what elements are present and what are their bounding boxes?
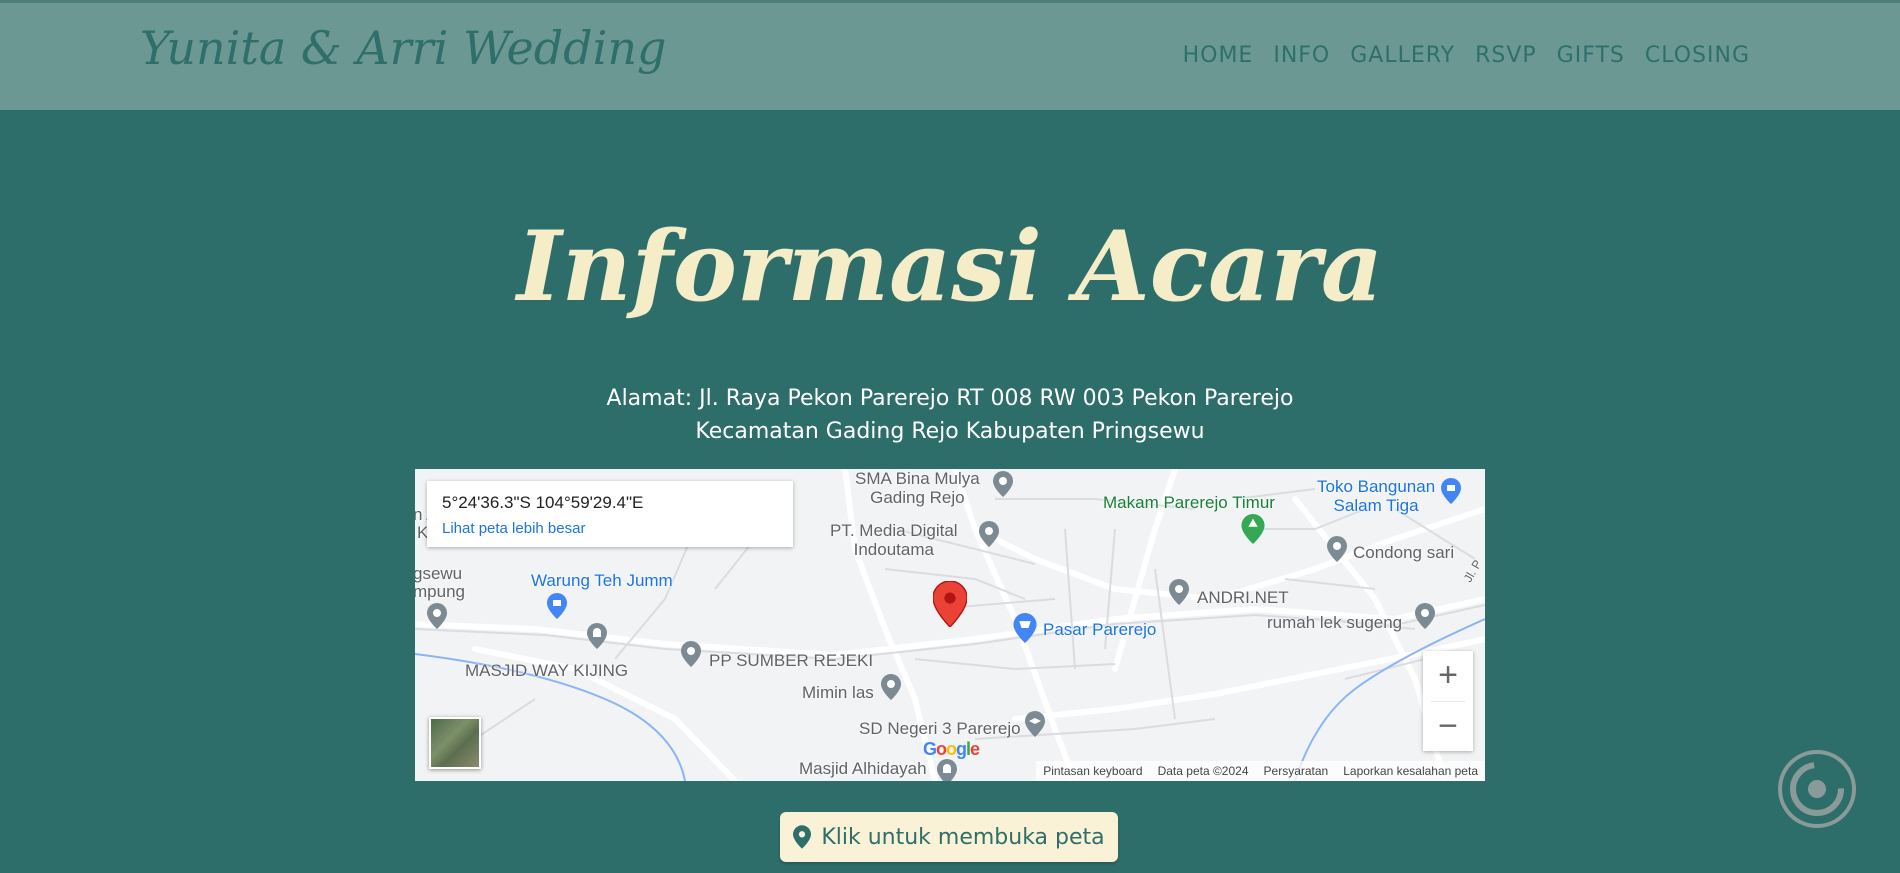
place-pin-icon[interactable]	[681, 641, 701, 667]
zoom-out-button[interactable]: −	[1423, 702, 1473, 752]
map-embed[interactable]: SMA Bina Mulya Gading Rejo PT. Media Dig…	[415, 469, 1485, 781]
google-logo: Google	[923, 739, 980, 759]
mosque-pin-icon[interactable]	[937, 759, 957, 781]
place-toko-bangunan[interactable]: Toko Bangunan Salam Tiga	[1317, 477, 1435, 515]
place-andri-net[interactable]: ANDRI.NET	[1197, 588, 1289, 608]
place-masjid-alhidayah[interactable]: Masjid Alhidayah	[799, 759, 927, 779]
place-sd-negeri[interactable]: SD Negeri 3 Parerejo	[859, 719, 1021, 739]
music-toggle-button[interactable]	[1778, 750, 1856, 828]
keyboard-shortcuts-link[interactable]: Pintasan keyboard	[1043, 761, 1142, 781]
nav-rsvp[interactable]: RSVP	[1475, 43, 1537, 68]
map-coordinates: 5°24'36.3"S 104°59'29.4"E	[442, 493, 644, 512]
place-pt-media-digital[interactable]: PT. Media Digital Indoutama	[830, 521, 958, 559]
place-pin-icon[interactable]	[1169, 579, 1189, 605]
nav-menu: HOME INFO GALLERY RSVP GIFTS CLOSING	[1183, 43, 1750, 68]
place-mimin-las[interactable]: Mimin las	[802, 683, 874, 703]
map-info-card: 5°24'36.3"S 104°59'29.4"E Lihat peta leb…	[427, 481, 793, 547]
map-attribution: Pintasan keyboard Data peta ©2024 Persya…	[1036, 761, 1485, 781]
cemetery-pin-icon[interactable]	[1241, 514, 1265, 544]
place-sma-bina-mulya[interactable]: SMA Bina Mulya Gading Rejo	[855, 469, 980, 507]
open-map-label: Klik untuk membuka peta	[821, 824, 1105, 850]
place-condong-sari[interactable]: Condong sari	[1353, 543, 1454, 563]
place-pin-icon[interactable]	[979, 521, 999, 547]
location-marker-icon[interactable]	[933, 581, 967, 627]
school-pin-icon[interactable]	[1025, 711, 1045, 737]
nav-gallery[interactable]: GALLERY	[1350, 43, 1455, 68]
school-pin-icon[interactable]	[993, 471, 1013, 497]
terms-link[interactable]: Persyaratan	[1264, 761, 1329, 781]
map-data-label: Data peta ©2024	[1157, 764, 1249, 778]
place-pin-icon[interactable]	[1327, 536, 1347, 562]
place-pin-icon[interactable]	[881, 674, 901, 700]
event-address: Alamat: Jl. Raya Pekon Parerejo RT 008 R…	[500, 382, 1400, 448]
cafe-pin-icon[interactable]	[547, 593, 567, 619]
place-pin-icon[interactable]	[427, 603, 447, 629]
report-error-link[interactable]: Laporkan kesalahan peta	[1343, 761, 1478, 781]
place-pin-icon[interactable]	[1415, 603, 1435, 629]
place-makam-parerejo[interactable]: Makam Parerejo Timur	[1103, 493, 1275, 513]
shop-pin-icon[interactable]	[1441, 478, 1461, 504]
navbar: Yunita & Arri Wedding HOME INFO GALLERY …	[0, 0, 1900, 110]
market-pin-icon[interactable]	[1013, 613, 1037, 643]
nav-info[interactable]: INFO	[1273, 43, 1330, 68]
section-title: Informasi Acara	[516, 210, 1384, 323]
place-left-edge-3: gsewu	[415, 564, 463, 583]
place-warung-teh[interactable]: Warung Teh Jumm	[531, 571, 673, 591]
brand-logo[interactable]: Yunita & Arri Wedding	[140, 21, 666, 75]
disc-icon	[1790, 762, 1844, 816]
map-marker-icon	[793, 825, 812, 849]
zoom-controls: + −	[1423, 651, 1473, 751]
nav-closing[interactable]: CLOSING	[1645, 43, 1750, 68]
place-pp-sumber-rejeki[interactable]: PP SUMBER REJEKI	[709, 651, 873, 671]
nav-home[interactable]: HOME	[1183, 43, 1254, 68]
address-line-1: Alamat: Jl. Raya Pekon Parerejo RT 008 R…	[606, 386, 1294, 411]
address-line-2: Kecamatan Gading Rejo Kabupaten Pringsew…	[695, 419, 1205, 444]
mosque-pin-icon[interactable]	[587, 623, 607, 649]
place-pasar-parerejo[interactable]: Pasar Parerejo	[1043, 620, 1156, 640]
place-left-edge-4: mpung	[415, 582, 465, 601]
open-map-button[interactable]: Klik untuk membuka peta	[780, 812, 1118, 862]
place-masjid-way-kijing[interactable]: MASJID WAY KIJING	[465, 661, 628, 681]
zoom-in-button[interactable]: +	[1423, 651, 1473, 701]
nav-gifts[interactable]: GIFTS	[1557, 43, 1625, 68]
view-larger-map-link[interactable]: Lihat peta lebih besar	[442, 520, 585, 537]
satellite-layer-toggle[interactable]	[429, 717, 481, 769]
place-rumah-lek[interactable]: rumah lek sugeng	[1267, 613, 1402, 633]
